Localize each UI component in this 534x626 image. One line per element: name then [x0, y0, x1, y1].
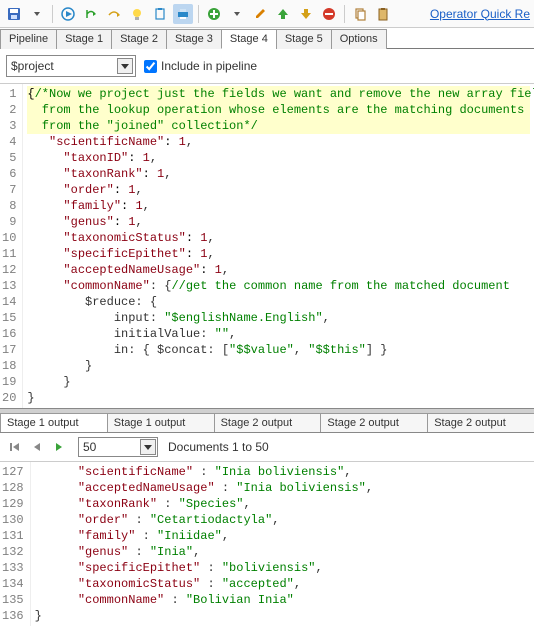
next-page-button[interactable]: [50, 438, 68, 456]
code-body[interactable]: {/*Now we project just the fields we wan…: [23, 84, 534, 408]
output-tabs: Stage 1 outputStage 1 outputStage 2 outp…: [0, 409, 534, 433]
prev-page-button[interactable]: [28, 438, 46, 456]
tab-stage-3[interactable]: Stage 3: [166, 29, 222, 49]
clipboard-button[interactable]: [150, 4, 170, 24]
save-button[interactable]: [4, 4, 24, 24]
separator: [344, 5, 345, 23]
operator-select[interactable]: $project: [6, 55, 136, 77]
output-tab[interactable]: Stage 2 output: [320, 413, 428, 432]
tab-stage-5[interactable]: Stage 5: [276, 29, 332, 49]
first-page-button[interactable]: [6, 438, 24, 456]
tab-stage-2[interactable]: Stage 2: [111, 29, 167, 49]
output-tab[interactable]: Stage 2 output: [214, 413, 322, 432]
stage-bar: $project Include in pipeline: [0, 49, 534, 84]
output-viewer[interactable]: 127128129130131132133134135136 "scientif…: [0, 462, 534, 626]
tab-options[interactable]: Options: [331, 29, 387, 49]
run-button[interactable]: [58, 4, 78, 24]
lightbulb-button[interactable]: [127, 4, 147, 24]
include-checkbox-wrap[interactable]: Include in pipeline: [144, 59, 257, 73]
remove-button[interactable]: [319, 4, 339, 24]
code-editor[interactable]: 1234567891011121314151617181920 {/*Now w…: [0, 84, 534, 409]
pipeline-tabs: PipelineStage 1Stage 2Stage 3Stage 4Stag…: [0, 28, 534, 49]
output-tab[interactable]: Stage 1 output: [0, 413, 108, 432]
output-gutter: 127128129130131132133134135136: [0, 462, 31, 626]
add-dropdown-button[interactable]: [227, 4, 247, 24]
dropdown-arrow-icon[interactable]: [140, 439, 156, 455]
documents-label: Documents 1 to 50: [168, 440, 269, 454]
copy-button[interactable]: [350, 4, 370, 24]
operator-value: $project: [11, 59, 54, 73]
quick-ref-link[interactable]: Operator Quick Re: [430, 7, 530, 21]
print-button[interactable]: [173, 4, 193, 24]
up-button[interactable]: [273, 4, 293, 24]
output-nav-bar: 50 Documents 1 to 50: [0, 433, 534, 462]
include-label: Include in pipeline: [161, 59, 257, 73]
save-dropdown-button[interactable]: [27, 4, 47, 24]
tab-stage-4[interactable]: Stage 4: [221, 29, 277, 49]
step-button[interactable]: [81, 4, 101, 24]
line-gutter: 1234567891011121314151617181920: [0, 84, 23, 408]
separator: [52, 5, 53, 23]
output-tab[interactable]: Stage 1 output: [107, 413, 215, 432]
paste-button[interactable]: [373, 4, 393, 24]
dropdown-arrow-icon[interactable]: [117, 58, 133, 74]
output-tab[interactable]: Stage 2 output: [427, 413, 534, 432]
tab-pipeline[interactable]: Pipeline: [0, 29, 57, 49]
main-toolbar: Operator Quick Re: [0, 0, 534, 28]
page-size-value: 50: [83, 440, 96, 454]
down-button[interactable]: [296, 4, 316, 24]
tab-stage-1[interactable]: Stage 1: [56, 29, 112, 49]
separator: [198, 5, 199, 23]
page-size-select[interactable]: 50: [78, 437, 158, 457]
include-checkbox[interactable]: [144, 60, 157, 73]
output-body: "scientificName" : "Inia boliviensis", "…: [31, 462, 534, 626]
edit-button[interactable]: [250, 4, 270, 24]
add-button[interactable]: [204, 4, 224, 24]
step-over-button[interactable]: [104, 4, 124, 24]
